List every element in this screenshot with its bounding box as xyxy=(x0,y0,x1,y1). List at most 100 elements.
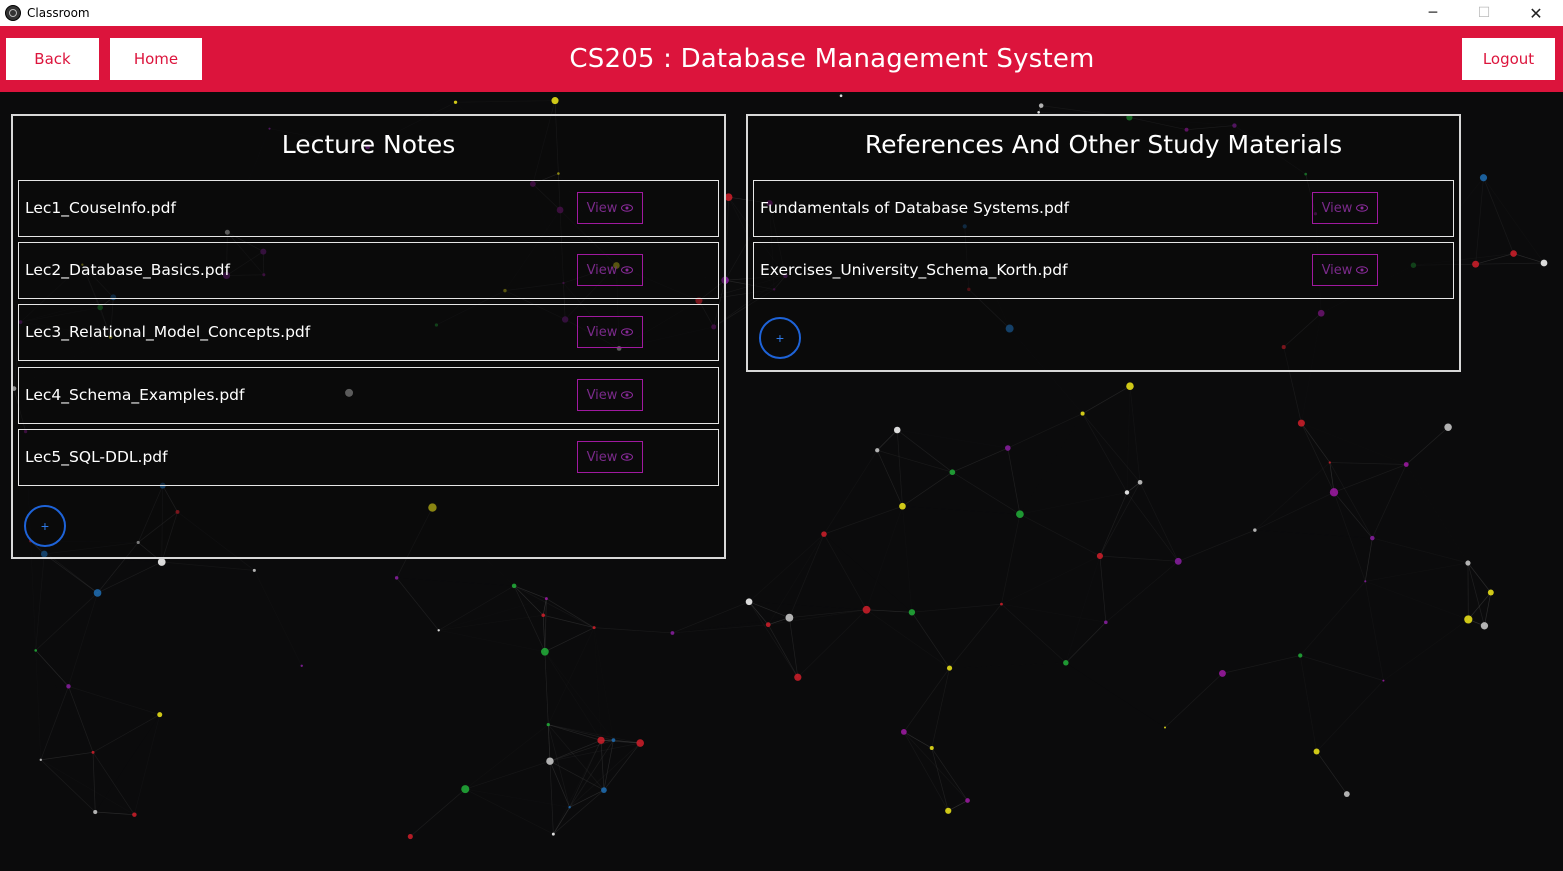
background-link xyxy=(911,612,950,669)
background-particle xyxy=(821,531,827,537)
background-link xyxy=(1222,655,1301,674)
background-particle xyxy=(1000,602,1003,606)
background-link xyxy=(134,714,161,815)
view-button[interactable]: View xyxy=(577,192,643,224)
background-particle xyxy=(1080,411,1085,416)
background-link xyxy=(465,760,551,790)
view-label: View xyxy=(586,324,618,340)
file-name: Lec2_Database_Basics.pdf xyxy=(25,261,230,279)
background-particle xyxy=(453,100,458,104)
background-link xyxy=(543,614,595,628)
background-particle xyxy=(1298,653,1303,658)
background-particle xyxy=(551,832,555,836)
add-reference-button[interactable]: + xyxy=(759,317,801,359)
page-title: CS205 : Database Management System xyxy=(569,44,1095,74)
background-particle xyxy=(670,631,675,635)
background-particle xyxy=(1480,622,1489,630)
background-link xyxy=(952,447,1008,473)
background-link xyxy=(438,614,544,631)
background-link xyxy=(1139,482,1179,562)
background-particle xyxy=(1063,660,1069,666)
background-link xyxy=(600,740,605,791)
view-label: View xyxy=(586,387,618,403)
background-link xyxy=(92,714,160,753)
home-button[interactable]: Home xyxy=(110,38,202,80)
background-link xyxy=(569,740,602,808)
background-link xyxy=(1099,482,1141,557)
background-link xyxy=(553,740,602,835)
view-button[interactable]: View xyxy=(577,441,643,473)
background-link xyxy=(1065,622,1107,664)
window-titlebar: Classroom ─ ☐ ✕ xyxy=(0,0,1563,26)
background-particle xyxy=(1104,620,1108,625)
eye-icon xyxy=(1356,266,1369,274)
background-link xyxy=(1001,514,1021,605)
back-button[interactable]: Back xyxy=(6,38,99,80)
background-particle xyxy=(34,649,38,652)
view-button[interactable]: View xyxy=(1312,254,1378,286)
logout-button[interactable]: Logout xyxy=(1462,38,1555,80)
background-link xyxy=(410,788,466,837)
app-header: Back Home CS205 : Database Management Sy… xyxy=(0,26,1563,92)
background-particle xyxy=(394,576,399,580)
background-link xyxy=(876,450,903,507)
file-name: Lec3_Relational_Model_Concepts.pdf xyxy=(25,323,311,341)
background-link xyxy=(1475,177,1484,265)
background-particle xyxy=(546,757,554,765)
background-link xyxy=(549,761,554,835)
background-particle xyxy=(93,809,98,815)
background-particle xyxy=(541,613,545,618)
eye-icon xyxy=(621,453,634,461)
references-heading: References And Other Study Materials xyxy=(864,130,1343,159)
background-link xyxy=(1126,386,1131,493)
background-particle xyxy=(1126,382,1134,390)
view-button[interactable]: View xyxy=(577,316,643,348)
background-link xyxy=(902,506,1019,514)
background-particle xyxy=(93,589,102,597)
background-link xyxy=(40,759,135,815)
close-icon[interactable]: ✕ xyxy=(1511,0,1561,26)
background-link xyxy=(1007,447,1021,515)
background-particle xyxy=(1329,488,1339,497)
background-link xyxy=(546,598,595,628)
background-link xyxy=(1316,680,1384,752)
background-link xyxy=(513,585,595,628)
view-button[interactable]: View xyxy=(577,379,643,411)
background-particle xyxy=(1403,462,1409,467)
background-link xyxy=(1066,663,1165,728)
background-link xyxy=(1129,386,1141,483)
view-button[interactable]: View xyxy=(1312,192,1378,224)
background-particle xyxy=(1510,250,1517,257)
view-button[interactable]: View xyxy=(577,254,643,286)
background-link xyxy=(897,429,953,473)
background-particle xyxy=(551,97,559,105)
background-link xyxy=(397,578,514,586)
minimize-icon[interactable]: ─ xyxy=(1408,0,1458,26)
background-particle xyxy=(1174,557,1182,565)
background-link xyxy=(1007,413,1083,449)
background-link xyxy=(549,760,605,791)
background-link xyxy=(1019,492,1128,515)
background-link xyxy=(1020,414,1083,515)
background-link xyxy=(1316,751,1348,795)
background-link xyxy=(1383,626,1484,681)
maximize-icon[interactable]: ☐ xyxy=(1459,0,1509,26)
background-particle xyxy=(407,833,413,840)
background-particle xyxy=(839,94,843,98)
background-particle xyxy=(1016,510,1024,519)
add-lecture-note-button[interactable]: + xyxy=(24,505,66,547)
background-link xyxy=(876,429,898,451)
background-link xyxy=(92,752,96,813)
eye-icon xyxy=(621,204,634,212)
background-link xyxy=(1105,561,1179,623)
background-link xyxy=(767,533,825,625)
list-item: Fundamentals of Database Systems.pdf Vie… xyxy=(753,180,1454,237)
background-link xyxy=(1365,581,1469,620)
background-particle xyxy=(1328,461,1331,464)
background-link xyxy=(789,617,799,678)
background-particle xyxy=(252,568,256,572)
background-particle xyxy=(1313,748,1320,755)
background-link xyxy=(95,715,160,812)
background-particle xyxy=(1382,679,1385,682)
background-particle xyxy=(1444,423,1452,432)
